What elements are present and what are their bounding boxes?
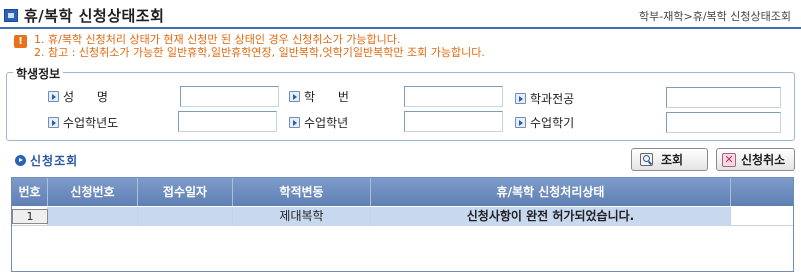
- row-number-cell[interactable]: 1: [12, 207, 48, 226]
- student-id-label: 학 번: [289, 88, 349, 105]
- search-button-label: 조회: [661, 153, 684, 167]
- grade-label: 수업학년: [289, 114, 348, 131]
- application-no-cell[interactable]: [48, 207, 138, 226]
- grid-header: 번호 신청번호 접수일자 학적변동 휴/복학 신청처리상태: [12, 178, 793, 206]
- name-field[interactable]: [180, 86, 279, 107]
- column-header-received-date[interactable]: 접수일자: [138, 178, 233, 206]
- arrow-icon: [48, 117, 59, 128]
- section-bullet-icon: [15, 155, 26, 166]
- page-title: 휴/복학 신청상태조회: [24, 7, 165, 25]
- academic-year-field[interactable]: [178, 111, 277, 132]
- arrow-icon: [289, 91, 300, 102]
- department-label: 학과전공: [515, 90, 574, 107]
- column-header-application-no[interactable]: 신청번호: [48, 178, 138, 206]
- student-id-field[interactable]: [404, 86, 503, 107]
- section-title: 신청조회: [30, 154, 79, 168]
- arrow-icon: [289, 117, 300, 128]
- page-title-icon: [4, 9, 18, 22]
- semester-label: 수업학기: [515, 114, 574, 131]
- received-date-cell[interactable]: [138, 207, 233, 226]
- cancel-application-button-label: 신청취소: [741, 153, 786, 167]
- arrow-icon: [48, 91, 59, 102]
- breadcrumb: 학부-재학>휴/복학 신청상태조회: [639, 10, 791, 23]
- name-label: 성 명: [48, 88, 108, 105]
- department-field[interactable]: [666, 87, 781, 108]
- column-header-status-change[interactable]: 학적변동: [233, 178, 371, 206]
- cancel-application-button[interactable]: ✕ 신청취소: [716, 148, 795, 171]
- table-row[interactable]: 1 제대복학 신청사항이 완전 허가되었습니다.: [12, 207, 793, 226]
- status-change-cell[interactable]: 제대복학: [233, 207, 371, 226]
- application-grid: 번호 신청번호 접수일자 학적변동 휴/복학 신청처리상태 1 제대복학 신청사…: [11, 177, 794, 272]
- search-icon: [640, 153, 653, 166]
- academic-year-label: 수업학년도: [48, 114, 118, 131]
- header-divider: [0, 27, 801, 29]
- search-button[interactable]: 조회: [631, 148, 708, 171]
- column-header-processing-status[interactable]: 휴/복학 신청처리상태: [371, 178, 731, 206]
- student-info-legend: 학생정보: [13, 65, 64, 82]
- exclamation-icon: !: [14, 35, 27, 48]
- column-header-number[interactable]: 번호: [12, 178, 48, 206]
- notice-line-2: 2. 참고 : 신청취소가 가능한 일반휴학,일반휴학연장, 일반복학,엇학기일…: [34, 46, 485, 59]
- close-icon: ✕: [722, 152, 736, 167]
- semester-field[interactable]: [666, 112, 781, 133]
- processing-status-cell[interactable]: 신청사항이 완전 허가되었습니다.: [371, 207, 731, 226]
- grade-field[interactable]: [404, 111, 503, 132]
- arrow-icon: [515, 93, 526, 104]
- arrow-icon: [515, 117, 526, 128]
- notice-line-1: 1. 휴/복학 신청처리 상태가 현재 신청만 된 상태인 경우 신청취소가 가…: [34, 33, 401, 46]
- row-number[interactable]: 1: [12, 209, 48, 224]
- notice-text: 1. 휴/복학 신청처리 상태가 현재 신청만 된 상태인 경우 신청취소가 가…: [34, 33, 485, 59]
